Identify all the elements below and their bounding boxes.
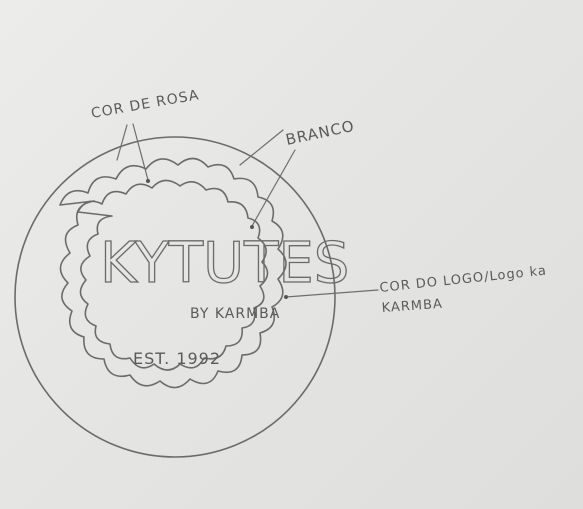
annotation-logo-color-line1: COR DO LOGO/Logo ka [379,263,548,295]
pointer-dot-logo-color [284,295,288,299]
pointer-line-pink-2 [132,123,149,181]
brand-name: KYTUTES [100,231,349,296]
brand-byline: BY KARMBA [190,306,280,322]
pointer-line-pink-1 [116,124,128,161]
pointer-line-white-1 [239,129,284,166]
annotation-logo-color-line2: KARMBA [381,297,443,316]
annotation-white: BRANCO [284,117,356,149]
annotation-pink-color: COR DE ROSA [90,87,201,122]
pointer-dot-white [250,225,254,229]
established-year: EST. 1992 [133,349,221,368]
sketch-paper: KYTUTES BY KARMBA EST. 1992 COR DE ROSA … [0,0,583,509]
pointer-dot-pink [146,179,150,183]
logo-sketch: KYTUTES BY KARMBA EST. 1992 COR DE ROSA … [14,87,548,458]
